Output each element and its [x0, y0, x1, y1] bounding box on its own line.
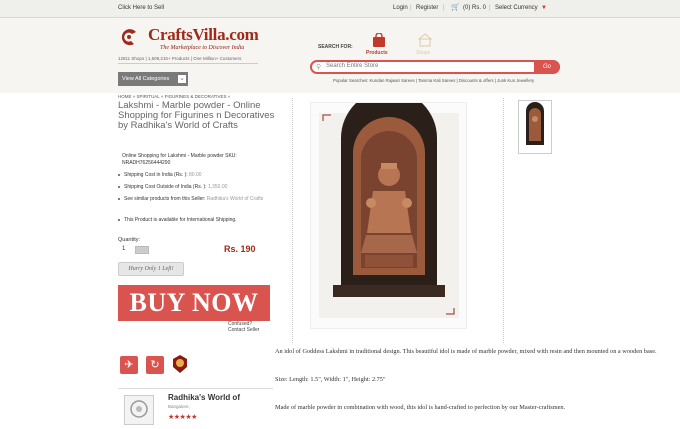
badge-icon[interactable] [171, 354, 189, 374]
seller-name[interactable]: Radhika's World of [168, 393, 240, 402]
search-placeholder: Search Entire Store [326, 63, 379, 69]
buy-now-button[interactable]: BUY NOW [118, 285, 270, 321]
site-stats: 12811 Shops | 1,509,215+ Products | One … [118, 56, 258, 64]
product-price: Rs. 190 [224, 244, 256, 254]
product-thumbnail[interactable] [518, 100, 552, 154]
view-categories-button[interactable]: View All Categories ⌄ [118, 72, 188, 86]
search-go-button[interactable]: Go [534, 61, 560, 73]
shipping-outside: Shipping Cost Outside of India (Rs. ): 1… [118, 184, 273, 191]
shopping-bag-icon[interactable] [370, 33, 388, 47]
product-title: Lakshmi - Marble powder - Online Shoppin… [118, 100, 275, 131]
shipping-outside-label: Shipping Cost Outside of India (Rs. ): [124, 184, 207, 190]
airplane-icon[interactable]: ✈ [120, 356, 138, 374]
international-shipping: This Product is available for Internatio… [118, 217, 273, 224]
tab-products[interactable]: Products [366, 50, 388, 56]
return-icon[interactable]: ↻ [146, 356, 164, 374]
top-bar: Click Here to Sell Login | Register | 🛒 … [0, 0, 680, 18]
seller-logo[interactable] [124, 395, 154, 425]
description-paragraph: Made of marble powder in combination wit… [275, 404, 566, 411]
shipping-outside-value: 1,350.00 [207, 184, 228, 190]
quantity-input[interactable]: 1 [122, 246, 125, 252]
separator: | [489, 5, 491, 11]
bullet-icon [118, 185, 120, 188]
similar-products: See similar products from this Seller: R… [118, 196, 273, 203]
search-icon: ⚲ [316, 64, 322, 71]
quantity-stepper[interactable] [135, 246, 149, 254]
separator: | [410, 5, 412, 11]
bullet-icon [118, 218, 120, 221]
logo-swirl-icon [121, 29, 136, 46]
contact-seller-link[interactable]: Contact Seller [228, 327, 259, 333]
seller-rating: ★★★★★ [168, 414, 197, 421]
tab-shops[interactable]: Shops [416, 50, 430, 56]
bullet-icon [118, 173, 120, 176]
contact-seller[interactable]: Confused? Contact Seller [228, 321, 259, 333]
popular-searches[interactable]: Popular Searches: Kundan Rajwari Sarees … [333, 78, 534, 83]
currency-select[interactable]: Select Currency [495, 5, 538, 11]
cart-icon[interactable]: 🛒 [451, 3, 460, 11]
similar-products-label: See similar products from this Seller: [124, 196, 206, 202]
cart-link[interactable]: (0) Rs. 0 [463, 5, 486, 11]
site-logo[interactable]: CraftsVilla.com [148, 25, 259, 45]
shipping-india-label: Shipping Cost in India (Rs. ): [124, 172, 188, 178]
shipping-india-value: 80.00 [189, 172, 202, 178]
shipping-india: Shipping Cost in India (Rs. ): 80.00 [118, 172, 273, 179]
description-size: Size: Length: 1.5", Width: 1", Height: 2… [275, 376, 386, 383]
register-link[interactable]: Register [416, 5, 438, 11]
quantity-label: Quantity: [118, 237, 141, 243]
seller-city: Bangalore, [168, 404, 190, 409]
stock-badge: Hurry Only 1 Left! [118, 262, 184, 276]
search-for-label: SEARCH FOR: [318, 44, 353, 50]
categories-label: View All Categories [122, 76, 170, 82]
bullet-icon [118, 197, 120, 200]
product-image[interactable] [310, 90, 467, 329]
international-shipping-text: This Product is available for Internatio… [124, 217, 237, 223]
product-sku: Online Shopping for Lakshmi - Marble pow… [122, 153, 237, 166]
breadcrumb[interactable]: HOME » SPIRITUAL » FIGURINES & DECORATIV… [118, 94, 230, 99]
description-paragraph: An idol of Goddess Lakshmi in traditiona… [275, 348, 657, 355]
sell-link[interactable]: Click Here to Sell [118, 5, 164, 11]
login-link[interactable]: Login [393, 5, 408, 11]
separator: | [443, 5, 445, 11]
chevron-down-icon[interactable]: ▼ [541, 5, 547, 11]
seller-link[interactable]: Radhika's World of Crafts [207, 196, 263, 202]
divider [503, 98, 505, 343]
shop-icon[interactable] [418, 33, 432, 47]
site-tagline: The Marketplace to Discover India [160, 45, 245, 51]
divider [292, 98, 294, 343]
chevron-down-icon: ⌄ [178, 75, 186, 83]
search-input[interactable]: ⚲ Search Entire Store [310, 60, 560, 74]
